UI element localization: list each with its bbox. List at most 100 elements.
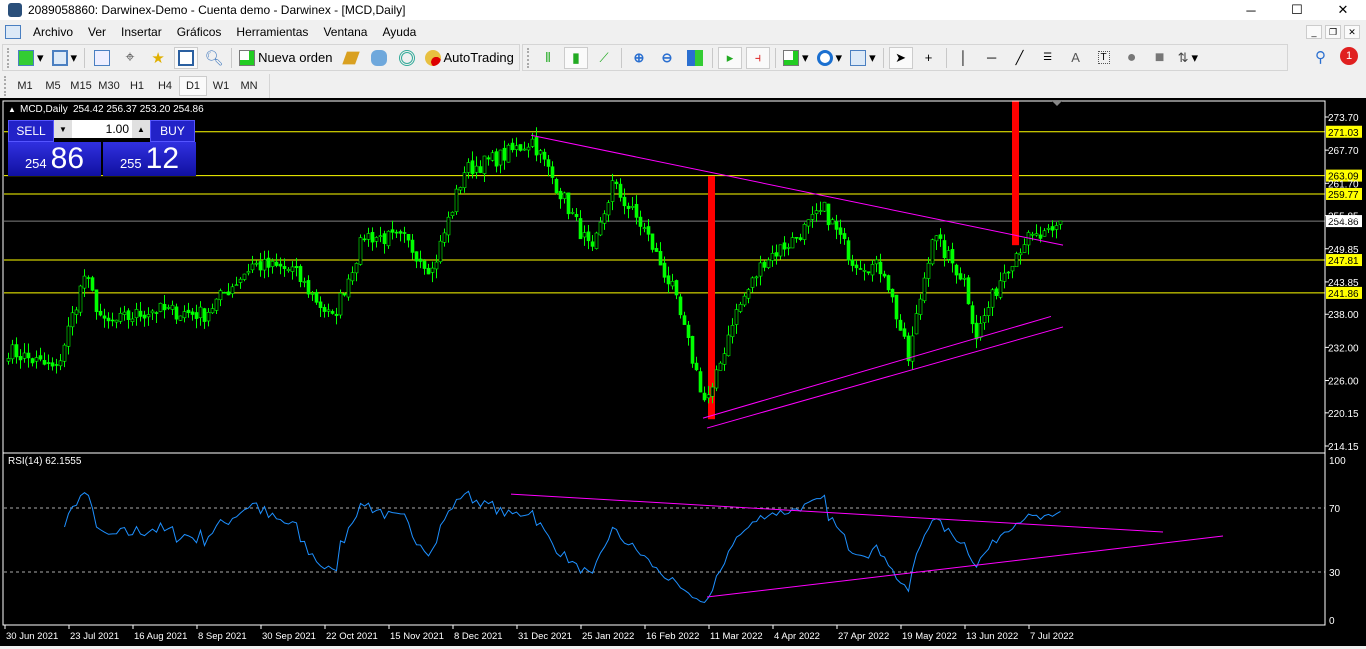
menu-graficos[interactable]: Gráficos [171,25,231,39]
candle-body [826,203,831,226]
crosshair-button[interactable]: + [917,47,941,69]
mdi-restore-button[interactable]: ❐ [1325,25,1341,39]
candle-body [742,295,747,306]
candle-body [614,181,619,185]
price-tick-label: 261.70 [1328,179,1359,190]
candle-body [894,294,899,320]
chart-window[interactable]: 271.03 263.09 259.77 247.81 241.86 254.86 273.… [0,98,1366,646]
text-button[interactable]: A [1064,47,1088,69]
fibonacci-button[interactable]: ☰ [1036,47,1060,69]
menu-insertar[interactable]: Insertar [115,25,171,39]
templates-button[interactable]: ▾ [848,47,878,69]
timeframe-h4[interactable]: H4 [151,76,179,96]
ellipse-button[interactable]: ● [1120,47,1144,69]
toolbar-grip[interactable] [7,47,10,68]
timeframe-m1[interactable]: M1 [11,76,39,96]
lot-size-input[interactable] [72,120,132,138]
zoom-in-button[interactable]: ⊕ [627,47,651,69]
minimize-button[interactable]: ─ [1228,0,1274,20]
new-order-button[interactable]: Nueva orden [237,47,334,69]
toolbar-grip[interactable] [4,76,7,96]
candle-body [234,284,239,286]
candle-body [546,159,551,167]
chart-shift-button[interactable]: ⫞ [746,46,770,69]
ask-price[interactable]: 255 12 [103,142,196,176]
metaeditor-button[interactable] [339,47,363,69]
vertical-line-button[interactable]: │ [952,47,976,69]
chart-window-icon[interactable] [5,25,21,39]
menu-ver[interactable]: Ver [82,25,115,39]
price-chart[interactable]: 271.03263.09259.77247.81241.86254.86273.… [0,98,1366,646]
signals-button[interactable] [367,47,391,69]
rectangle-button[interactable]: ■ [1148,47,1172,69]
search-icon[interactable]: ⚲ [1315,48,1326,66]
lot-decrease-button[interactable]: ▼ [54,120,72,138]
menu-herramientas[interactable]: Herramientas [230,25,317,39]
date-label: 16 Aug 2021 [134,631,187,642]
mdi-close-button[interactable]: ✕ [1344,25,1360,39]
market-button[interactable] [395,47,419,69]
terminal-button[interactable] [174,46,199,69]
candle-body [734,309,739,325]
price-tick-label: 249.85 [1328,245,1359,256]
arrows-button[interactable]: ⇅ ▾ [1176,47,1200,69]
lot-increase-button[interactable]: ▲ [132,120,150,138]
line-chart-button[interactable]: ⟋ [592,47,616,69]
navigator-button[interactable]: ⌖ [118,47,142,69]
candle-body [102,315,107,319]
candle-body [318,301,323,308]
mdi-minimize-button[interactable]: _ [1306,25,1322,39]
timeframe-mn[interactable]: MN [235,76,263,96]
menu-ayuda[interactable]: Ayuda [376,25,425,39]
sell-button[interactable]: SELL [8,120,54,142]
candle-body [450,211,455,217]
favorites-button[interactable]: ★ [146,47,170,69]
candle-body [810,214,815,220]
maximize-button[interactable]: ☐ [1274,0,1320,20]
timeframe-h1[interactable]: H1 [123,76,151,96]
autoscroll-button[interactable]: ▸ [718,46,742,69]
collapse-arrow-icon[interactable]: ▲ [8,105,16,114]
indicators-button[interactable]: ▾ [781,47,811,69]
timeframe-m30[interactable]: M30 [95,76,123,96]
candle-body [774,252,779,257]
candle-body [78,285,83,313]
text-label-icon: T [1097,51,1110,64]
candle-body [406,233,411,241]
candle-body [530,138,535,147]
profiles-button[interactable]: ▾ [50,47,80,69]
toolbar-grip[interactable] [527,47,530,68]
cursor-button[interactable]: ➤ [888,46,913,69]
bid-price[interactable]: 254 86 [8,142,101,176]
buy-button[interactable]: BUY [150,120,195,142]
bar-chart-button[interactable]: ⫴ [536,47,560,69]
candlestick-button[interactable]: ▮ [564,46,588,69]
candle-body [1038,234,1043,239]
strategy-tester-button[interactable]: 🔍︎ [202,47,226,69]
tile-windows-button[interactable] [683,47,707,69]
timeframe-m15[interactable]: M15 [67,76,95,96]
text-label-button[interactable]: T [1092,47,1116,69]
zoom-out-button[interactable]: ⊖ [655,47,679,69]
timeframe-w1[interactable]: W1 [207,76,235,96]
periods-button[interactable]: ▾ [815,47,845,69]
market-watch-button[interactable] [90,47,114,69]
new-chart-button[interactable]: ▾ [16,47,46,69]
candle-body [514,145,519,150]
menu-archivo[interactable]: Archivo [27,25,82,39]
autotrading-button[interactable]: AutoTrading [423,47,516,69]
close-button[interactable]: ✕ [1320,0,1366,20]
timeframe-d1[interactable]: D1 [179,76,207,96]
menu-ventana[interactable]: Ventana [317,25,376,39]
candle-body [682,315,687,325]
trendline-button[interactable]: ╱ [1008,47,1032,69]
horizontal-line-button[interactable]: ─ [980,47,1004,69]
candle-body [634,203,639,218]
notification-badge[interactable]: 1 [1340,47,1358,65]
candle-body [230,286,235,295]
timeframe-m5[interactable]: M5 [39,76,67,96]
rsi-tick-label: 0 [1329,616,1335,627]
candle-body [30,358,35,364]
candle-body [610,180,615,202]
price-tick-label: 238.00 [1328,310,1359,321]
